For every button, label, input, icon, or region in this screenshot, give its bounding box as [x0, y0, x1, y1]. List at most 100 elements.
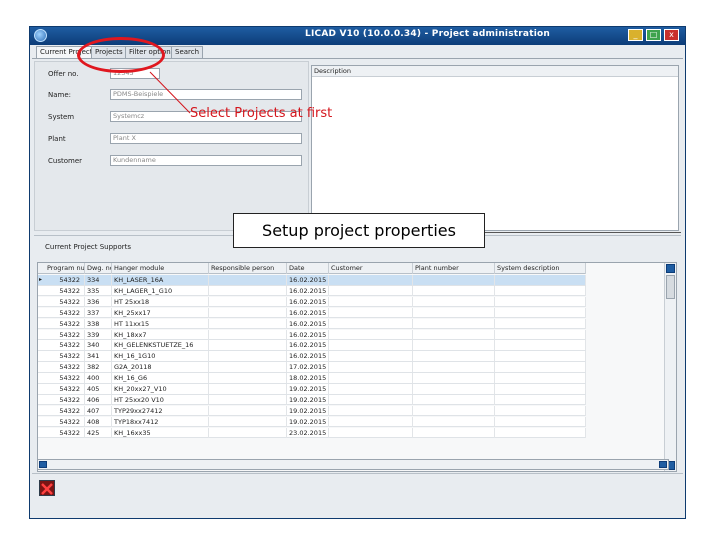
table-cell	[413, 427, 495, 438]
column-header[interactable]: Dwg. no.	[85, 263, 112, 274]
table-row[interactable]: 54322 405 KH_20xx27_V10 19.02.2015	[38, 384, 586, 395]
plant-label: Plant	[48, 135, 66, 143]
table-row[interactable]: 54322 338 HT 11xx15 16.02.2015	[38, 318, 586, 330]
table-cell	[495, 416, 586, 427]
table-row[interactable]: 54322 407 TYP29xx27412 19.02.2015	[38, 405, 586, 417]
description-textarea[interactable]	[312, 78, 678, 230]
customer-field[interactable]: Kundenname	[110, 155, 302, 166]
table-cell: 408	[85, 416, 112, 427]
table-cell: 54322	[45, 362, 85, 373]
table-cell	[329, 373, 413, 384]
column-header[interactable]: Responsible person	[209, 263, 287, 274]
table-cell	[329, 340, 413, 351]
table-row[interactable]: 54322 400 KH_16_G6 18.02.2015	[38, 373, 586, 384]
table-cell	[413, 362, 495, 373]
table-cell: 16.02.2015	[287, 318, 329, 329]
table-cell: 335	[85, 285, 112, 296]
table-cell: 382	[85, 362, 112, 373]
table-cell	[209, 427, 287, 438]
scroll-up-icon[interactable]	[666, 264, 675, 273]
table-row[interactable]: 54322 406 HT 25xx20 V10 19.02.2015	[38, 394, 586, 406]
column-header[interactable]: Program number	[45, 263, 85, 274]
table-row[interactable]: 54322 340 KH_GELENKSTUETZE_16 16.02.2015	[38, 340, 586, 351]
table-cell: 54322	[45, 373, 85, 384]
table-cell: TYP18xx7412	[112, 416, 209, 427]
maximize-button[interactable]: □	[646, 29, 661, 41]
customer-label: Customer	[48, 157, 83, 165]
column-header[interactable]: Customer	[329, 263, 413, 274]
table-cell	[495, 285, 586, 296]
table-cell: 54322	[45, 427, 85, 438]
supports-table: Program number Dwg. no. Hanger module Re…	[37, 262, 677, 472]
table-cell: 337	[85, 307, 112, 318]
table-cell: 19.02.2015	[287, 384, 329, 394]
scroll-left-icon[interactable]	[39, 461, 47, 468]
vertical-scrollbar[interactable]	[664, 263, 676, 471]
column-header[interactable]: Hanger module	[112, 263, 209, 274]
horizontal-scrollbar[interactable]	[37, 459, 669, 470]
table-cell: 425	[85, 427, 112, 438]
project-admin-window: LICAD V10 (10.0.0.34) - Project administ…	[29, 26, 686, 519]
table-cell: 407	[85, 405, 112, 416]
table-cell: 16.02.2015	[287, 329, 329, 340]
table-cell	[209, 285, 287, 296]
delete-x-icon	[41, 483, 53, 495]
table-cell	[495, 329, 586, 340]
table-row[interactable]: ▸ 54322 334 KH_LASER_16A 16.02.2015	[38, 275, 586, 286]
table-row[interactable]: 54322 408 TYP18xx7412 19.02.2015	[38, 416, 586, 428]
table-cell: TYP29xx27412	[112, 405, 209, 416]
delete-project-button[interactable]	[39, 480, 55, 496]
table-cell	[413, 340, 495, 351]
table-cell	[329, 307, 413, 318]
table-row[interactable]: 54322 382 G2A_20118 17.02.2015	[38, 362, 586, 373]
scroll-right-icon[interactable]	[659, 461, 667, 468]
table-cell: 16.02.2015	[287, 340, 329, 351]
table-cell: 18.02.2015	[287, 373, 329, 384]
table-cell: KH_20xx27_V10	[112, 384, 209, 394]
table-cell	[209, 329, 287, 340]
description-panel: Description	[311, 65, 679, 231]
table-row[interactable]: 54322 341 KH_16_1G10 16.02.2015	[38, 351, 586, 362]
table-cell	[329, 318, 413, 329]
table-cell: HT 25xx20 V10	[112, 394, 209, 405]
column-header[interactable]: Plant number	[413, 263, 495, 274]
table-cell: KH_18xx7	[112, 329, 209, 340]
table-cell	[209, 362, 287, 373]
table-cell	[413, 394, 495, 405]
table-row[interactable]: 54322 337 KH_25xx17 16.02.2015	[38, 307, 586, 319]
plant-field[interactable]: Plant X	[110, 133, 302, 144]
column-header[interactable]: Date	[287, 263, 329, 274]
table-cell	[209, 318, 287, 329]
table-cell	[495, 307, 586, 318]
table-cell: 405	[85, 384, 112, 394]
table-cell: 54322	[45, 351, 85, 362]
column-header[interactable]: System description	[495, 263, 586, 274]
table-header: Program number Dwg. no. Hanger module Re…	[38, 263, 586, 274]
table-cell: G2A_20118	[112, 362, 209, 373]
table-cell	[209, 296, 287, 307]
description-label: Description	[312, 66, 678, 77]
scroll-thumb[interactable]	[666, 275, 675, 299]
table-cell: 19.02.2015	[287, 416, 329, 427]
table-cell: 54322	[45, 275, 85, 285]
table-cell: 54322	[45, 296, 85, 307]
table-cell	[495, 351, 586, 362]
table-cell	[495, 318, 586, 329]
table-cell	[413, 329, 495, 340]
tab-search[interactable]: Search	[171, 46, 204, 58]
table-cell	[495, 384, 586, 394]
table-row[interactable]: 54322 335 KH_LAGER_1_G10 16.02.2015	[38, 285, 586, 297]
table-cell	[329, 362, 413, 373]
table-row[interactable]: 54322 425 KH_16xx35 23.02.2015	[38, 427, 586, 439]
name-field[interactable]: PDMS-Beispiele	[110, 89, 302, 100]
minimize-button[interactable]: _	[628, 29, 643, 41]
table-cell	[495, 296, 586, 307]
table-row[interactable]: 54322 336 HT 25xx18 16.02.2015	[38, 296, 586, 308]
table-cell	[329, 275, 413, 285]
close-button[interactable]: x	[664, 29, 679, 41]
table-cell: 54322	[45, 285, 85, 296]
table-row[interactable]: 54322 339 KH_18xx7 16.02.2015	[38, 329, 586, 340]
table-cell	[413, 351, 495, 362]
table-cell: 340	[85, 340, 112, 351]
current-row-indicator-icon: ▸	[39, 276, 43, 283]
